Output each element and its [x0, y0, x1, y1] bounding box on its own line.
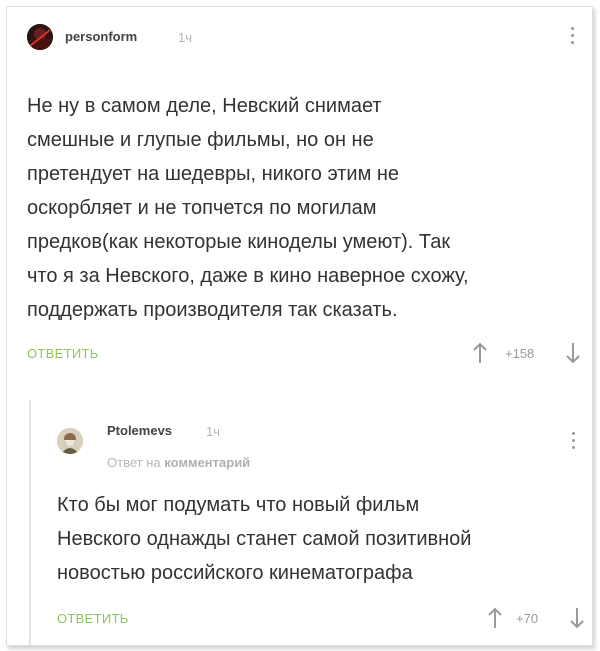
- reply-button[interactable]: ОТВЕТИТЬ: [27, 346, 99, 361]
- comment-text: Не ну в самом деле, Невский снимает смеш…: [27, 89, 469, 327]
- arrow-down-icon[interactable]: [567, 606, 587, 630]
- avatar-image: [27, 24, 53, 50]
- rating: +158: [505, 346, 535, 361]
- timestamp: 1ч: [206, 424, 221, 439]
- reply-to-link[interactable]: комментарий: [164, 455, 250, 470]
- avatar[interactable]: [27, 24, 53, 50]
- avatar-image: [57, 428, 83, 454]
- comment-line: новостью российского кинематографа: [57, 562, 413, 584]
- more-icon[interactable]: [566, 432, 580, 454]
- arrow-up-icon[interactable]: [485, 606, 505, 630]
- reply-comment: Ptolemevs 1ч Ответ на комментарий Кто бы…: [29, 400, 594, 645]
- timestamp: 1ч: [178, 30, 193, 45]
- comment-line: поддержать производителя так сказать.: [27, 299, 398, 321]
- more-icon[interactable]: [565, 27, 579, 49]
- comment-line: Невского однажды станет самой позитивной: [57, 528, 472, 550]
- comments-panel: personform 1ч Не ну в самом деле, Невски…: [6, 6, 593, 646]
- comment-text: Кто бы мог подумать что новый фильм Невс…: [57, 488, 471, 590]
- comment-line: смешные и глупые фильмы, но он не: [27, 129, 374, 151]
- comment-line: оскорбляет и не топчется по могилам: [27, 197, 377, 219]
- rating: +70: [516, 611, 539, 626]
- arrow-up-icon[interactable]: [470, 341, 490, 365]
- comment-line: Не ну в самом деле, Невский снимает: [27, 95, 382, 117]
- username[interactable]: personform: [65, 29, 137, 44]
- arrow-down-icon[interactable]: [563, 341, 583, 365]
- avatar[interactable]: [57, 428, 83, 454]
- comment: personform 1ч Не ну в самом деле, Невски…: [7, 7, 592, 397]
- comment-line: претендует на шедевры, никого этим не: [27, 163, 400, 185]
- comment-line: Кто бы мог подумать что новый фильм: [57, 494, 420, 516]
- reply-button[interactable]: ОТВЕТИТЬ: [57, 611, 129, 626]
- comment-line: что я за Невского, даже в кино наверное …: [27, 265, 469, 287]
- username[interactable]: Ptolemevs: [107, 423, 172, 438]
- reply-to-prefix: Ответ на: [107, 455, 161, 470]
- reply-to-label: Ответ на комментарий: [107, 455, 250, 470]
- comment-line: предков(как некоторые киноделы умеют). Т…: [27, 231, 451, 253]
